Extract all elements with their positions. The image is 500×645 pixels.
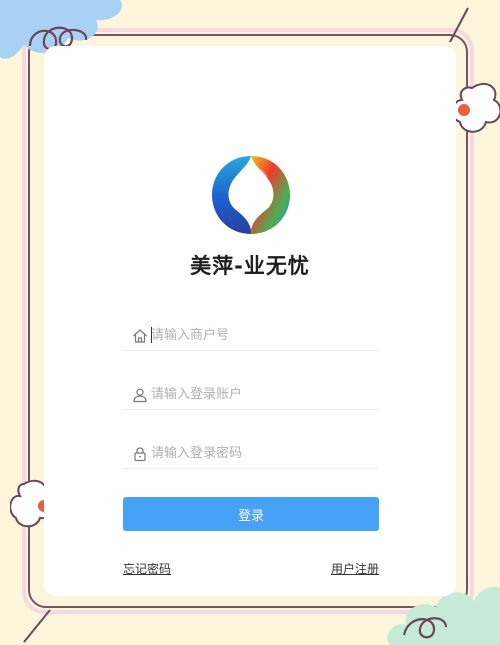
password-field[interactable] xyxy=(123,438,379,469)
app-title: 美萍-业无忧 xyxy=(190,254,310,278)
user-icon xyxy=(133,388,147,403)
register-link[interactable]: 用户注册 xyxy=(331,560,379,577)
corner-line-decoration xyxy=(449,7,469,43)
login-card: 美萍-业无忧 登录 忘记密码 用户注册 xyxy=(44,46,456,596)
app-logo xyxy=(212,156,290,234)
account-field[interactable] xyxy=(123,379,379,410)
merchant-field[interactable] xyxy=(123,320,379,351)
forgot-password-link[interactable]: 忘记密码 xyxy=(123,560,171,577)
home-icon xyxy=(133,329,147,343)
password-input[interactable] xyxy=(151,442,371,464)
text-cursor xyxy=(151,327,152,343)
login-button[interactable]: 登录 xyxy=(123,497,379,531)
pink-flower-decoration-right xyxy=(452,82,500,133)
bottom-line-decoration xyxy=(23,609,51,643)
merchant-input[interactable] xyxy=(151,324,371,346)
lock-icon xyxy=(134,447,146,462)
account-input[interactable] xyxy=(151,383,371,405)
